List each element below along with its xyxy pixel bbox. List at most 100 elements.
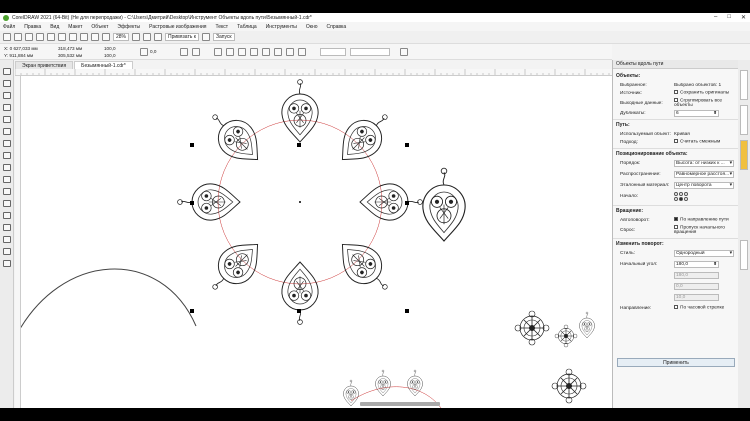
horizontal-ruler[interactable] — [15, 69, 612, 76]
menu-bitmaps[interactable]: Растровые изображения — [149, 24, 206, 30]
scale-y-field[interactable]: 100,0 — [104, 53, 116, 58]
crop-tool-icon[interactable] — [2, 92, 11, 99]
wrap-text-icon[interactable] — [400, 48, 408, 56]
selection-handle[interactable] — [294, 306, 304, 316]
polygon-tool-icon[interactable] — [2, 164, 11, 171]
drop-shadow-icon[interactable] — [2, 212, 11, 219]
align-icon[interactable] — [214, 48, 222, 56]
menu-table[interactable]: Таблица — [237, 24, 257, 30]
selection-handle[interactable] — [187, 306, 197, 316]
zoom-level-field[interactable]: 28% — [113, 33, 130, 41]
mirror-horizontal-icon[interactable] — [180, 48, 188, 56]
side-tab-objects[interactable] — [740, 105, 748, 135]
minimize-icon[interactable]: – — [714, 14, 717, 21]
boundary-icon[interactable] — [298, 48, 306, 56]
menu-text[interactable]: Текст — [216, 24, 229, 30]
apply-button[interactable]: Применить — [617, 358, 735, 367]
close-icon[interactable]: ✕ — [741, 14, 746, 21]
tab-untitled-document[interactable]: Безымянный-1.cdr* — [74, 61, 133, 69]
skip-initial-rotation-checkbox[interactable]: Пропуск начального вращения — [674, 224, 734, 235]
reference-dropdown[interactable]: Центр поворота ▾ — [674, 181, 734, 189]
redo-icon[interactable] — [47, 33, 55, 41]
duplicates-spinner[interactable]: 6 ⬍ — [674, 109, 719, 117]
menu-layout[interactable]: Макет — [68, 24, 82, 30]
treat-adjacent-checkbox[interactable]: Считать смежным — [674, 139, 720, 145]
selection-handle[interactable] — [294, 140, 304, 150]
interactive-fill-icon[interactable] — [2, 248, 11, 255]
menu-edit[interactable]: Правка — [24, 24, 41, 30]
menu-help[interactable]: Справка — [327, 24, 347, 30]
selection-handle[interactable] — [402, 140, 412, 150]
selection-handle[interactable] — [402, 306, 412, 316]
new-document-icon[interactable] — [3, 33, 11, 41]
side-tab-properties[interactable] — [740, 70, 748, 100]
pick-tool-icon[interactable] — [2, 68, 11, 75]
ellipse-tool-icon[interactable] — [2, 152, 11, 159]
import-icon[interactable] — [58, 33, 66, 41]
parallel-dimension-icon[interactable] — [2, 188, 11, 195]
menu-tools[interactable]: Инструменты — [266, 24, 297, 30]
launch-dropdown[interactable]: Запуск — [212, 33, 235, 41]
start-angle-field[interactable]: 180,0 ⬍ — [674, 260, 719, 268]
publish-pdf-icon[interactable] — [91, 33, 99, 41]
maximize-icon[interactable]: □ — [727, 14, 731, 21]
style-dropdown[interactable]: Однородный ▾ — [674, 249, 734, 257]
anchor-point-grid[interactable] — [674, 191, 688, 201]
intersect-icon[interactable] — [250, 48, 258, 56]
simplify-icon[interactable] — [262, 48, 270, 56]
save-icon[interactable] — [25, 33, 33, 41]
menu-window[interactable]: Окно — [306, 24, 318, 30]
hand-icon[interactable] — [132, 33, 141, 41]
keep-originals-checkbox[interactable]: Сохранить оригиналы — [674, 90, 729, 96]
clockwise-checkbox[interactable]: По часовой стрелке — [674, 305, 724, 311]
selection-handle[interactable] — [187, 140, 197, 150]
smart-fill-icon[interactable] — [2, 260, 11, 267]
tab-welcome-screen[interactable]: Экран приветствия — [15, 61, 74, 69]
weld-icon[interactable] — [226, 48, 234, 56]
shape-tool-icon[interactable] — [2, 80, 11, 87]
open-icon[interactable] — [14, 33, 22, 41]
full-screen-icon[interactable] — [102, 33, 110, 41]
trim-icon[interactable] — [238, 48, 246, 56]
artistic-media-icon[interactable] — [2, 128, 11, 135]
height-field[interactable]: 305,532 мм — [58, 53, 82, 58]
menu-file[interactable]: Файл — [3, 24, 15, 30]
eyedropper-icon[interactable] — [2, 236, 11, 243]
rectangle-tool-icon[interactable] — [2, 140, 11, 147]
front-minus-back-icon[interactable] — [274, 48, 282, 56]
ruler-icon[interactable] — [143, 33, 152, 41]
menu-effects[interactable]: Эффекты — [117, 24, 140, 30]
options-gear-icon[interactable] — [201, 33, 210, 41]
side-tab-extra[interactable] — [740, 240, 748, 270]
horizontal-scrollbar[interactable] — [360, 402, 440, 406]
mirror-vertical-icon[interactable] — [192, 48, 200, 56]
freehand-tool-icon[interactable] — [2, 116, 11, 123]
auto-rotate-checkbox[interactable]: По направлению пути — [674, 217, 729, 223]
line-style-dropdown[interactable] — [350, 48, 390, 56]
menu-object[interactable]: Объект — [91, 24, 108, 30]
back-minus-front-icon[interactable] — [286, 48, 294, 56]
scale-x-field[interactable]: 100,0 — [104, 46, 116, 51]
width-field[interactable]: 318,473 мм — [58, 46, 82, 51]
text-tool-icon[interactable] — [2, 176, 11, 183]
export-icon[interactable] — [69, 33, 77, 41]
outline-width-field[interactable] — [320, 48, 346, 56]
x-position-field[interactable]: X: 0 627,033 мм — [4, 46, 38, 51]
snap-to-dropdown[interactable]: Привязать к — [165, 33, 199, 41]
zoom-tool-icon[interactable] — [2, 104, 11, 111]
selection-handle[interactable] — [402, 198, 412, 208]
rotation-angle-field[interactable]: 0,0 — [150, 49, 156, 54]
undo-icon[interactable] — [36, 33, 44, 41]
drawing-canvas[interactable] — [21, 76, 612, 408]
menu-view[interactable]: Вид — [50, 24, 59, 30]
group-all-checkbox[interactable]: Сгруппировать все объекты — [674, 97, 734, 108]
selection-handle[interactable] — [187, 198, 197, 208]
side-tab-objects-along-path[interactable] — [740, 140, 748, 170]
y-position-field[interactable]: Y: 911,884 мм — [4, 53, 33, 58]
grid-icon[interactable] — [154, 33, 163, 41]
transparency-icon[interactable] — [2, 224, 11, 231]
distribution-dropdown[interactable]: Равномерное расстоя... ▾ — [674, 170, 734, 178]
print-icon[interactable] — [80, 33, 88, 41]
connector-tool-icon[interactable] — [2, 200, 11, 207]
order-dropdown[interactable]: Высота: от низких к ... ▾ — [674, 159, 734, 167]
